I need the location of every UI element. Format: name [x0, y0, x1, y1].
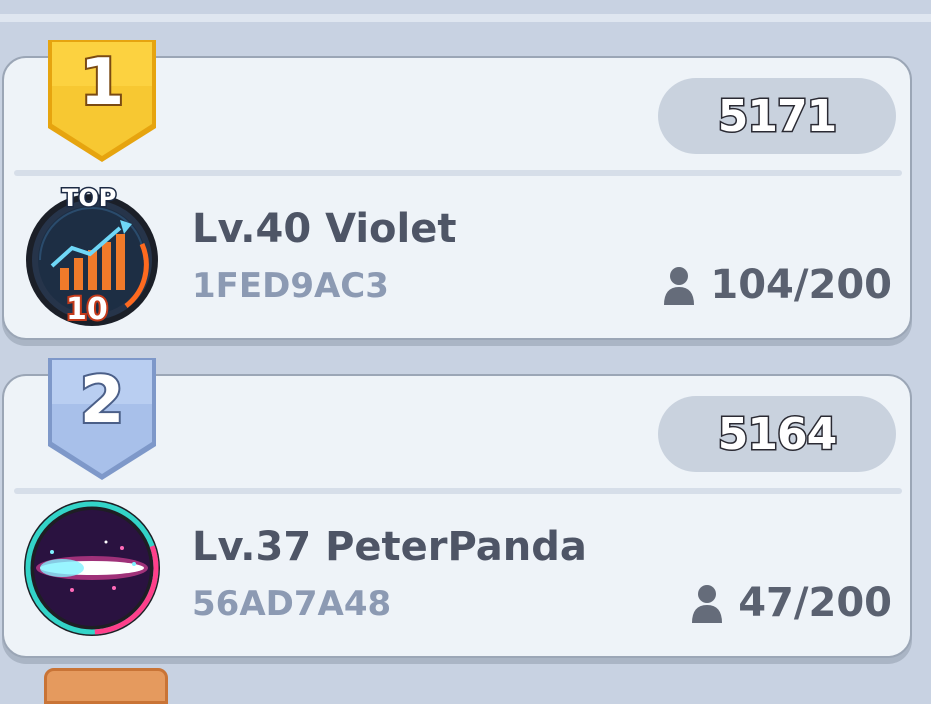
rank-number: 1	[78, 44, 127, 122]
top-10-chart-icon: TOP 10	[22, 183, 162, 329]
player-name: Lv.37 PeterPanda	[192, 524, 587, 570]
top-label: TOP	[60, 183, 117, 214]
score-pill: 5171	[658, 78, 896, 154]
neon-beam-icon	[22, 498, 162, 638]
member-count-text: 47/200	[738, 580, 892, 626]
rank-number: 2	[78, 362, 127, 440]
score-pill: 5164	[658, 396, 896, 472]
player-id: 1FED9AC3	[192, 266, 389, 306]
rank-badge-2: 2	[42, 354, 162, 484]
rank-badge-1: 1	[42, 36, 162, 166]
score-value: 5164	[716, 407, 838, 461]
member-count: 104/200	[662, 262, 892, 308]
row-divider	[14, 488, 902, 494]
player-name: Lv.40 Violet	[192, 206, 457, 252]
person-icon	[664, 267, 695, 305]
person-icon	[692, 585, 723, 623]
score-value: 5171	[716, 89, 838, 143]
row-divider	[14, 170, 902, 176]
rank-badge-3	[44, 668, 168, 704]
member-count-text: 104/200	[710, 262, 892, 308]
member-count: 47/200	[690, 580, 892, 626]
ten-label: 10	[64, 290, 110, 329]
top-divider	[0, 14, 931, 22]
player-id: 56AD7A48	[192, 584, 392, 624]
